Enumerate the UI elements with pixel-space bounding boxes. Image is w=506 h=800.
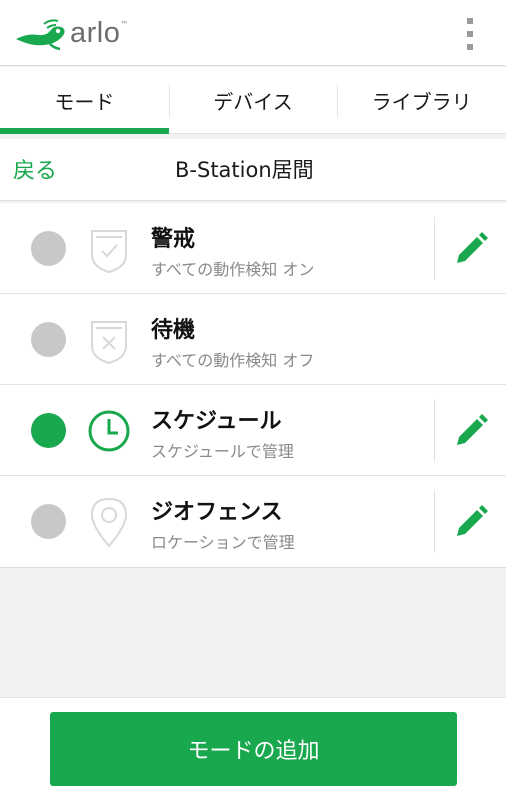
mode-description: スケジュールで管理 (151, 442, 294, 461)
divider (434, 490, 435, 553)
page-title: B-Station居間 (175, 158, 314, 182)
tab-devices[interactable]: デバイス (168, 67, 338, 133)
mode-row-schedule[interactable]: スケジュール スケジュールで管理 (0, 385, 506, 476)
mode-description: すべての動作検知 オフ (151, 351, 315, 370)
shield-check-icon (91, 230, 127, 274)
mode-description: ロケーションで管理 (151, 533, 295, 552)
mode-row-armed[interactable]: 警戒 すべての動作検知 オン (0, 203, 506, 294)
mode-list: 警戒 すべての動作検知 オン 待機 すべての動作検知 オフ スケジュール スケジ… (0, 203, 506, 568)
sub-header: 戻る B-Station居間 (0, 139, 506, 201)
tab-mode[interactable]: モード (0, 67, 169, 134)
top-bar: arlo ™ (0, 0, 506, 66)
mode-radio[interactable] (31, 231, 66, 266)
arlo-bird-icon (16, 19, 65, 51)
logo-trademark: ™ (120, 19, 129, 29)
mode-description: すべての動作検知 オン (151, 260, 315, 279)
clock-icon (88, 410, 130, 452)
tab-label: デバイス (213, 89, 293, 114)
mode-title: ジオフェンス (151, 500, 283, 525)
tab-library[interactable]: ライブラリ (337, 67, 506, 133)
add-mode-button[interactable]: モードの追加 (50, 712, 457, 786)
mode-radio-selected[interactable] (31, 413, 66, 448)
footer: モードの追加 (0, 697, 506, 800)
mode-title: スケジュール (151, 409, 282, 434)
mode-radio[interactable] (31, 322, 66, 357)
kebab-menu-icon[interactable] (464, 18, 476, 50)
shield-x-icon (91, 321, 127, 365)
pencil-edit-icon[interactable] (453, 504, 489, 540)
arlo-logo: arlo ™ (14, 14, 128, 54)
tab-label: ライブラリ (371, 89, 472, 114)
divider (434, 399, 435, 462)
mode-row-standby[interactable]: 待機 すべての動作検知 オフ (0, 294, 506, 385)
mode-radio[interactable] (31, 504, 66, 539)
divider (434, 217, 435, 280)
back-button[interactable]: 戻る (13, 153, 57, 185)
mode-row-geofence[interactable]: ジオフェンス ロケーションで管理 (0, 476, 506, 567)
mode-title: 警戒 (151, 227, 196, 252)
pencil-edit-icon[interactable] (453, 231, 489, 267)
main-tabs: モード デバイス ライブラリ (0, 67, 506, 134)
tab-label: モード (54, 89, 115, 114)
pencil-edit-icon[interactable] (453, 413, 489, 449)
location-pin-icon (90, 497, 128, 548)
logo-text: arlo (70, 16, 121, 49)
mode-title: 待機 (151, 318, 196, 343)
